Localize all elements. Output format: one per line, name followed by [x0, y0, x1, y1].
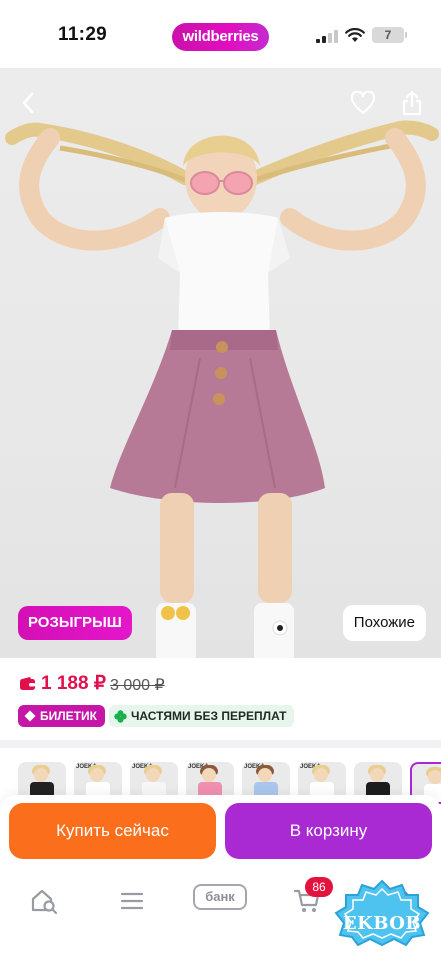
product-photo: [5, 120, 439, 658]
wallet-icon: [20, 677, 35, 690]
nav-catalog[interactable]: [112, 883, 152, 919]
product-gallery[interactable]: РОЗЫГРЫШ Похожие: [0, 68, 441, 658]
purchase-actions: Купить сейчас В корзину: [0, 795, 441, 869]
status-time: 11:29: [58, 24, 108, 45]
battery-tip: [405, 32, 407, 38]
chevron-left-icon: [22, 92, 34, 114]
raffle-badge[interactable]: РОЗЫГРЫШ: [18, 606, 132, 640]
brand-logo: wildberries: [172, 23, 269, 51]
favorite-button[interactable]: [348, 88, 378, 118]
installments-badge-label: ЧАСТЯМИ БЕЗ ПЕРЕПЛАТ: [131, 709, 287, 723]
add-to-cart-button[interactable]: В корзину: [225, 803, 432, 859]
wifi-icon: [345, 28, 365, 42]
price-card: 1 188 ₽ 3 000 ₽ БИЛЕТИК ЧАСТЯМИ БЕЗ ПЕРЕ…: [0, 658, 441, 740]
current-price: 1 188 ₽: [41, 673, 106, 694]
battery-level: 7: [372, 27, 404, 43]
share-button[interactable]: [397, 88, 427, 118]
back-button[interactable]: [13, 88, 43, 118]
buy-now-button[interactable]: Купить сейчас: [9, 803, 216, 859]
clover-icon: [114, 709, 127, 723]
section-divider: [0, 740, 441, 748]
status-bar: 11:29 wildberries 7: [0, 0, 441, 68]
home-search-icon: [31, 889, 58, 914]
nav-home[interactable]: [24, 883, 64, 919]
share-icon: [402, 90, 422, 116]
ticket-badge[interactable]: БИЛЕТИК: [18, 705, 105, 727]
nav-bank[interactable]: банк: [193, 884, 247, 910]
heart-icon: [350, 91, 376, 115]
watermark-stamp: [334, 879, 430, 947]
cart-count-badge: 86: [305, 877, 333, 897]
installments-badge[interactable]: ЧАСТЯМИ БЕЗ ПЕРЕПЛАТ: [109, 705, 295, 727]
old-price: 3 000 ₽: [110, 677, 165, 694]
similar-button[interactable]: Похожие: [342, 605, 426, 641]
watermark-text: EKBOB: [342, 913, 422, 934]
ticket-badge-label: БИЛЕТИК: [40, 709, 97, 723]
menu-icon: [120, 892, 144, 910]
cellular-signal-icon: [316, 30, 338, 43]
ticket-icon: [24, 710, 36, 722]
